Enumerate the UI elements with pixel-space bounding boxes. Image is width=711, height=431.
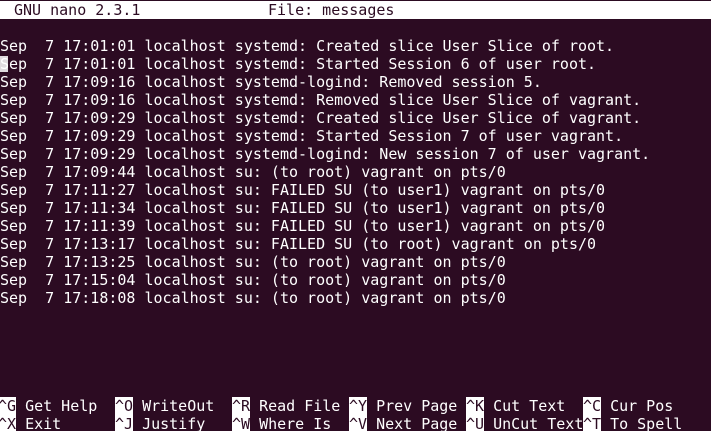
line-text: Sep 7 17:11:34 localhost su: FAILED SU (… (0, 199, 606, 217)
line-text: Sep 7 17:18:08 localhost su: (to root) v… (0, 289, 506, 307)
text-line[interactable]: Sep 7 17:18:08 localhost su: (to root) v… (0, 289, 711, 307)
shortcut-label: Prev Page (376, 397, 458, 415)
line-text: Sep 7 17:15:04 localhost su: (to root) v… (0, 271, 506, 289)
text-line[interactable]: Sep 7 17:11:27 localhost su: FAILED SU (… (0, 181, 711, 199)
shortcut-key: ^C (583, 397, 602, 415)
line-text: Sep 7 17:09:29 localhost systemd: Starte… (0, 127, 624, 145)
shortcut-label: To Spell (610, 415, 683, 431)
shortcut-label: Where Is (259, 415, 332, 431)
shortcut-label: UnCut Text (493, 415, 584, 431)
shortcut-uncut-text[interactable]: ^U UnCut Text (466, 415, 583, 431)
shortcut-label: Cut Text (493, 397, 566, 415)
line-text: Sep 7 17:09:16 localhost systemd: Remove… (0, 91, 642, 109)
line-text: Sep 7 17:13:17 localhost su: FAILED SU (… (0, 235, 597, 253)
shortcut-label: Get Help (25, 397, 98, 415)
shortcut-label: Justify (142, 415, 206, 431)
shortcut-cur-pos[interactable]: ^C Cur Pos (583, 397, 673, 415)
shortcut-to-spell[interactable]: ^T To Spell (583, 415, 682, 431)
shortcut-prev-page[interactable]: ^Y Prev Page (349, 397, 457, 415)
title-bar: GNU nano 2.3.1 File: messages (0, 1, 711, 19)
shortcut-label: Read File (259, 397, 341, 415)
text-cursor (0, 56, 8, 72)
line-text: Sep 7 17:11:27 localhost su: FAILED SU (… (0, 181, 606, 199)
line-text: Sep 7 17:09:29 localhost systemd-logind:… (0, 145, 651, 163)
text-line[interactable]: Sep 7 17:01:01 localhost systemd: Create… (0, 37, 711, 55)
shortcut-key: ^Y (349, 397, 368, 415)
shortcut-key: ^T (583, 415, 602, 431)
text-line[interactable]: Sep 7 17:13:17 localhost su: FAILED SU (… (0, 235, 711, 253)
shortcut-key: ^U (466, 415, 485, 431)
shortcut-key: ^W (232, 415, 251, 431)
shortcut-next-page[interactable]: ^V Next Page (349, 415, 457, 431)
shortcut-key: ^G (0, 397, 17, 415)
file-name: File: messages (268, 1, 395, 19)
text-line[interactable]: Sep 7 17:09:29 localhost systemd-logind:… (0, 145, 711, 163)
text-line[interactable]: Sep 7 17:13:25 localhost su: (to root) v… (0, 253, 711, 271)
shortcut-key: ^R (232, 397, 251, 415)
shortcut-label: Exit (25, 415, 62, 431)
text-line[interactable]: Sep 7 17:09:44 localhost su: (to root) v… (0, 163, 711, 181)
shortcut-key: ^V (349, 415, 368, 431)
shortcut-writeout[interactable]: ^O WriteOut (115, 397, 214, 415)
line-text: Sep 7 17:01:01 localhost systemd: Create… (0, 37, 615, 55)
shortcut-key: ^X (0, 415, 17, 431)
shortcut-label: WriteOut (142, 397, 215, 415)
line-text: Sep 7 17:13:25 localhost su: (to root) v… (0, 253, 506, 271)
shortcut-label: Cur Pos (610, 397, 674, 415)
shortcut-get-help[interactable]: ^G Get Help (0, 397, 97, 415)
shortcut-bar: ^G Get Help ^O WriteOut ^R Read File ^Y Prev… (0, 397, 711, 431)
shortcut-read-file[interactable]: ^R Read File (232, 397, 340, 415)
shortcut-cut-text[interactable]: ^K Cut Text (466, 397, 565, 415)
shortcut-justify[interactable]: ^J Justify (115, 415, 205, 431)
shortcut-exit[interactable]: ^X Exit (0, 415, 61, 431)
shortcut-label: Next Page (376, 415, 458, 431)
text-line[interactable]: Sep 7 17:11:34 localhost su: FAILED SU (… (0, 199, 711, 217)
line-text: Sep 7 17:09:29 localhost systemd: Create… (0, 109, 642, 127)
editor-buffer[interactable]: Sep 7 17:01:01 localhost systemd: Create… (0, 37, 711, 307)
shortcut-where-is[interactable]: ^W Where Is (232, 415, 331, 431)
text-line[interactable]: Sep 7 17:15:04 localhost su: (to root) v… (0, 271, 711, 289)
shortcut-row: ^G Get Help ^O WriteOut ^R Read File ^Y Prev… (0, 397, 711, 415)
shortcut-key: ^K (466, 397, 485, 415)
text-line[interactable]: Sep 7 17:09:16 localhost systemd: Remove… (0, 91, 711, 109)
line-text: Sep 7 17:09:16 localhost systemd-logind:… (0, 73, 542, 91)
line-text: Sep 7 17:09:44 localhost su: (to root) v… (0, 163, 506, 181)
line-text: Sep 7 17:01:01 localhost systemd: Starte… (0, 55, 597, 73)
line-text: Sep 7 17:11:39 localhost su: FAILED SU (… (0, 217, 606, 235)
text-line[interactable]: Sep 7 17:09:29 localhost systemd: Starte… (0, 127, 711, 145)
text-line[interactable]: Sep 7 17:09:29 localhost systemd: Create… (0, 109, 711, 127)
shortcut-key: ^O (115, 397, 134, 415)
shortcut-key: ^J (115, 415, 134, 431)
text-line[interactable]: Sep 7 17:11:39 localhost su: FAILED SU (… (0, 217, 711, 235)
app-version: GNU nano 2.3.1 (14, 1, 141, 19)
text-line[interactable]: Sep 7 17:01:01 localhost systemd: Starte… (0, 55, 711, 73)
shortcut-row: ^X Exit ^J Justify ^W Where Is ^V Next Page … (0, 415, 711, 431)
text-line[interactable]: Sep 7 17:09:16 localhost systemd-logind:… (0, 73, 711, 91)
